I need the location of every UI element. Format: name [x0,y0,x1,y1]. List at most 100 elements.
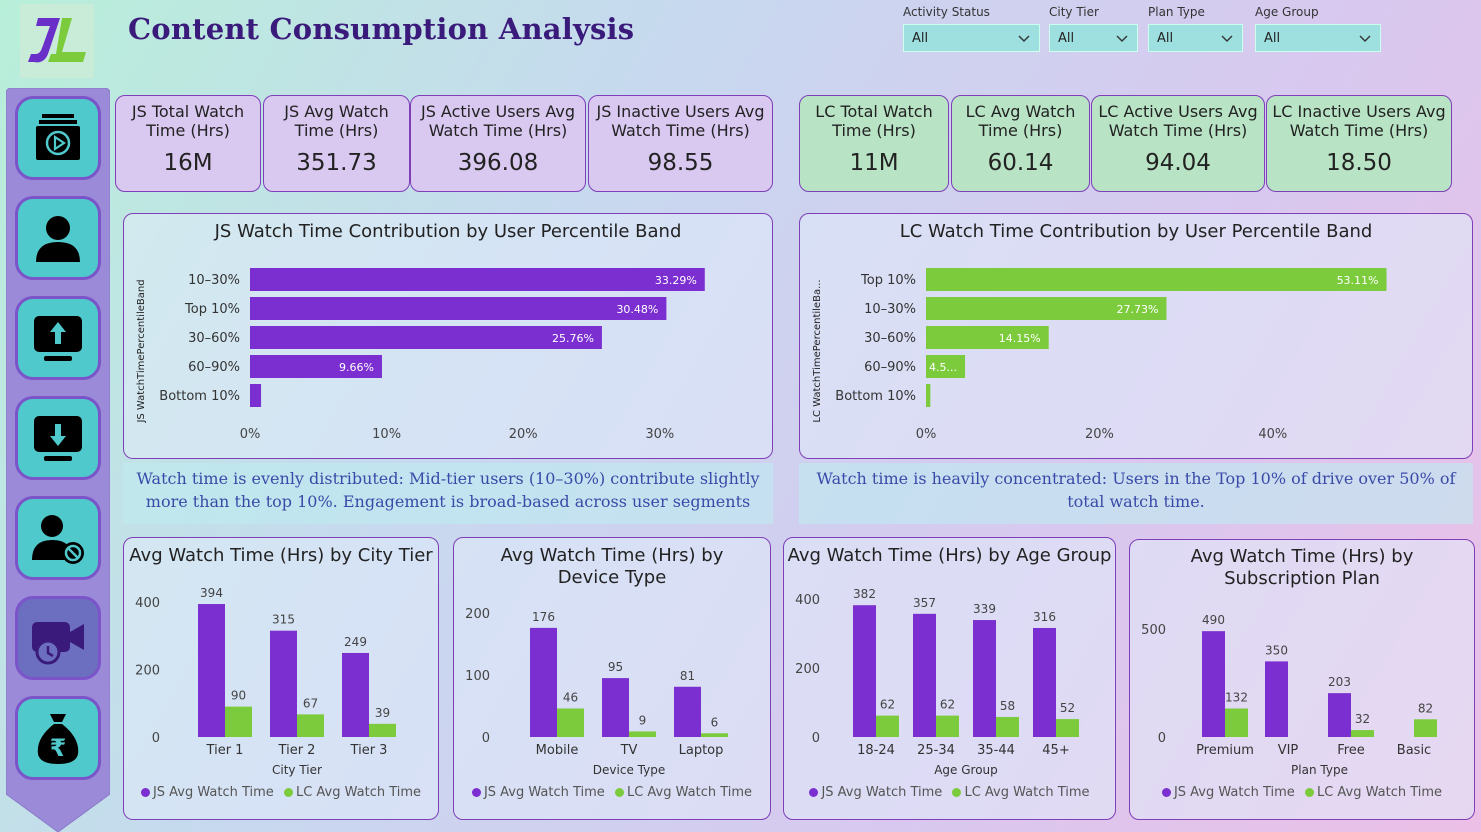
bar [342,652,369,737]
data-label: 357 [913,596,936,610]
x-tick-label: Premium [1196,743,1254,758]
nav-upgrade-button[interactable] [15,296,101,380]
city-tier-chart: 0 200 400 Tier 1 394 90 Tier 2 315 67 Tier 3 249 39… [135,586,396,777]
slicer-activity-status[interactable]: Activity Status All [903,4,1040,52]
y-tick-label: 0 [152,731,160,746]
bar [1328,693,1351,737]
revenue-icon: ₹ [37,714,79,764]
nav-revenue-button[interactable]: ₹ [15,696,101,780]
bar [913,613,936,737]
data-label: 315 [272,613,295,627]
x-tick-label: Mobile [536,743,579,758]
nav-inactive-button[interactable] [15,496,101,580]
y-tick-label: 500 [1141,623,1166,638]
bar [926,268,1387,291]
chart-legend: JS Avg Watch Time LC Avg Watch Time [454,785,770,800]
chevron-down-icon [1359,35,1371,42]
kpi-js-total-watch-time: JS Total Watch Time (Hrs) 16M [115,95,261,192]
x-tick-label: VIP [1278,743,1299,758]
category-label: Bottom 10% [835,389,916,404]
y-tick-label: 200 [135,664,160,679]
bar [1265,661,1288,737]
x-tick-label: 20% [509,427,538,442]
data-label: 62 [880,698,895,712]
y-tick-label: 100 [465,669,490,684]
kpi-value: 396.08 [457,150,539,176]
category-label: 30–60% [188,331,240,346]
slicer-dropdown[interactable]: All [1148,24,1243,52]
y-tick-label: 200 [465,607,490,622]
upgrade-icon [34,316,82,361]
kpi-value: 11M [849,150,899,176]
slicer-plan-type[interactable]: Plan Type All [1148,4,1243,52]
bar [674,686,701,737]
kpi-js-active-avg-watch-time: JS Active Users Avg Watch Time (Hrs) 396… [410,95,586,192]
data-label: 32 [1355,712,1370,726]
nav-downgrade-button[interactable] [15,396,101,480]
nav-content-button[interactable] [15,96,101,180]
kpi-value: 94.04 [1145,150,1211,176]
kpi-lc-active-avg-watch-time: LC Active Users Avg Watch Time (Hrs) 94.… [1091,95,1265,192]
data-label: 52 [1060,701,1075,715]
slicer-value: All [912,30,929,46]
bar [250,297,667,320]
slicer-label: Age Group [1255,5,1319,19]
data-label: 46 [563,690,578,704]
data-label: 25.76% [552,332,594,345]
watch-time-icon [32,622,84,665]
bar [250,384,262,407]
bar [1056,719,1079,737]
data-label: 350 [1265,643,1288,657]
slicer-dropdown[interactable]: All [1049,24,1138,52]
y-axis-label: LC WatchTimePercentileBa... [812,279,823,422]
kpi-title: LC Inactive Users Avg Watch Time (Hrs) [1272,102,1446,140]
category-label: 10–30% [864,302,916,317]
x-tick-label: 25-34 [917,743,955,758]
y-tick-label: 0 [812,731,820,746]
bar [369,723,396,737]
y-tick-label: 0 [482,731,490,746]
legend-label: LC Avg Watch Time [295,785,422,800]
data-label: 4.5... [929,361,957,374]
data-label: 81 [680,669,695,683]
x-axis-label: City Tier [272,763,322,777]
data-label: 27.73% [1116,303,1158,316]
subscription-plan-chart: 0 500 Premium 490 132 VIP 350 Free 203 32 Basic 82 P… [1141,613,1437,777]
legend-item-js: JS Avg Watch Time [471,785,605,800]
data-label: 339 [973,602,996,616]
kpi-js-inactive-avg-watch-time: JS Inactive Users Avg Watch Time (Hrs) 9… [588,95,773,192]
kpi-title: JS Active Users Avg Watch Time (Hrs) [420,102,576,140]
device-type-chart-panel: Avg Watch Time (Hrs) by Device Type 0 100… [453,537,771,820]
slicer-dropdown[interactable]: All [1255,24,1381,52]
chevron-down-icon [1116,35,1128,42]
user-icon [36,216,80,262]
nav-watch-time-button[interactable] [15,596,101,680]
data-label: 53.11% [1337,274,1379,287]
slicer-label: City Tier [1049,5,1099,19]
legend-item-js: JS Avg Watch Time [809,785,942,800]
x-tick-label: 20% [1085,427,1114,442]
lc-percentile-chart-panel: LC Watch Time Contribution by User Perce… [799,213,1473,459]
kpi-lc-inactive-avg-watch-time: LC Inactive Users Avg Watch Time (Hrs) 1… [1266,95,1452,192]
bar [1414,719,1437,737]
kpi-lc-total-watch-time: LC Total Watch Time (Hrs) 11M [799,95,949,192]
subscription-plan-chart-panel: Avg Watch Time (Hrs) by Subscription Pla… [1129,539,1475,820]
category-label: 30–60% [864,331,916,346]
category-label: Bottom 10% [159,389,240,404]
js-percentile-chart-panel: JS Watch Time Contribution by User Perce… [123,213,773,459]
slicer-age-group[interactable]: Age Group All [1255,4,1381,52]
x-tick-label: TV [620,743,638,758]
slicer-city-tier[interactable]: City Tier All [1049,4,1138,52]
nav-users-button[interactable] [15,196,101,280]
slicer-dropdown[interactable]: All [903,24,1040,52]
chevron-down-icon [1018,35,1030,42]
downgrade-icon [34,416,82,461]
bar [876,715,899,737]
data-label: 39 [375,706,390,720]
inactive-user-icon [32,515,84,564]
slicer-value: All [1058,30,1075,46]
kpi-title: LC Total Watch Time (Hrs) [815,102,933,140]
lc-percentile-chart: LC WatchTimePercentileBa... Top 10% 53.11%… [812,268,1387,442]
y-tick-label: 200 [795,662,820,677]
data-label: 9.66% [339,361,374,374]
